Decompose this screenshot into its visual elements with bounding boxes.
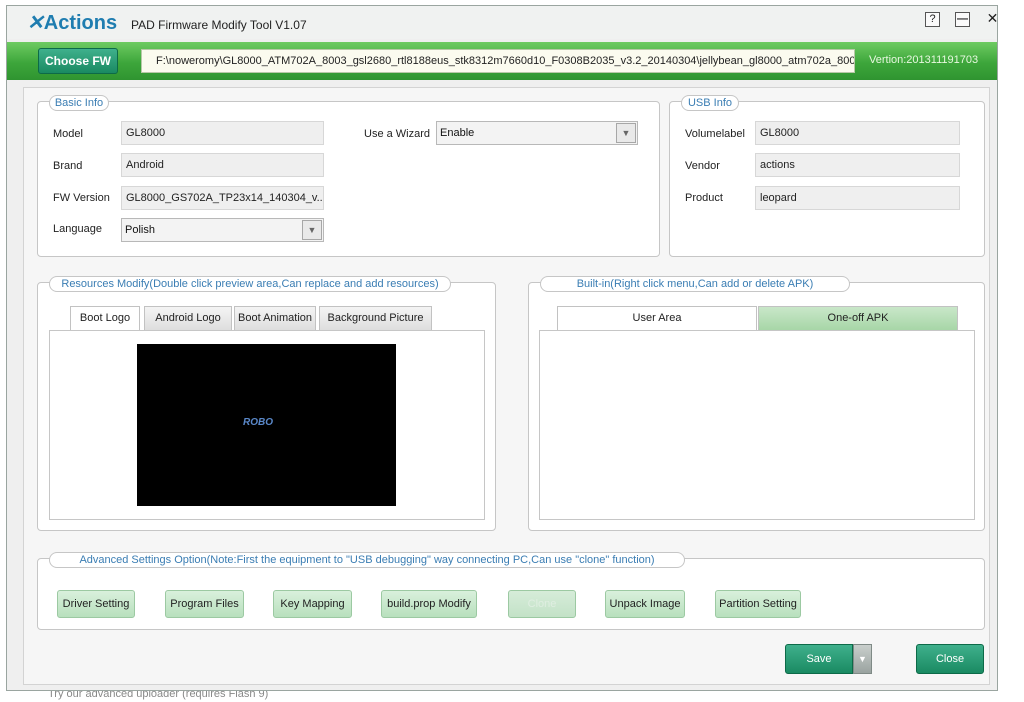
window-title: PAD Firmware Modify Tool V1.07	[131, 18, 307, 32]
clone-button[interactable]: Clone	[508, 590, 576, 618]
firmware-path-field[interactable]: F:\noweromy\GL8000_ATM702A_8003_gsl2680_…	[141, 49, 855, 73]
robo-logo-text: ROBO	[243, 417, 273, 428]
resources-legend: Resources Modify(Double click preview ar…	[49, 276, 451, 292]
volume-field[interactable]: GL8000	[755, 121, 960, 145]
close-button[interactable]: Close	[916, 644, 984, 674]
actions-logo: ✕Actions	[27, 10, 117, 35]
language-label: Language	[53, 223, 102, 235]
fw-version-field[interactable]: GL8000_GS702A_TP23x14_140304_v...	[121, 186, 324, 210]
tab-one-off-apk[interactable]: One-off APK	[758, 306, 958, 330]
actions-logo-mark-icon: ✕	[27, 12, 44, 34]
advanced-legend: Advanced Settings Option(Note:First the …	[49, 552, 685, 568]
save-button-label: Save	[806, 653, 832, 665]
boot-logo-preview[interactable]: ROBO	[137, 344, 396, 506]
tab-boot-logo[interactable]: Boot Logo	[70, 306, 140, 330]
choose-fw-button[interactable]: Choose FW	[38, 48, 118, 74]
product-label: Product	[685, 192, 723, 204]
tab-background-picture[interactable]: Background Picture	[319, 306, 432, 330]
title-bar: ✕Actions PAD Firmware Modify Tool V1.07 …	[7, 6, 1000, 39]
wizard-label: Use a Wizard	[364, 128, 431, 140]
save-dropdown-chevron-icon[interactable]: ▼	[853, 644, 872, 674]
partition-setting-button[interactable]: Partition Setting	[715, 590, 801, 618]
volume-label: Volumelabel	[685, 128, 745, 140]
language-select[interactable]: Polish ▼	[121, 218, 324, 242]
resource-preview-area[interactable]: ROBO	[49, 330, 485, 520]
wizard-selected-value: Enable	[440, 127, 475, 139]
model-label: Model	[53, 128, 83, 140]
fw-version-label: FW Version	[53, 192, 110, 204]
brand-field[interactable]: Android	[121, 153, 324, 177]
build-prop-modify-button[interactable]: build.prop Modify	[381, 590, 477, 618]
driver-setting-button[interactable]: Driver Setting	[57, 590, 135, 618]
minimize-icon[interactable]: —	[955, 12, 970, 27]
help-icon[interactable]: ?	[925, 12, 940, 27]
logo-text: Actions	[43, 12, 118, 34]
tab-android-logo[interactable]: Android Logo	[144, 306, 232, 330]
chevron-down-icon[interactable]: ▼	[302, 220, 322, 240]
key-mapping-button[interactable]: Key Mapping	[273, 590, 352, 618]
vendor-label: Vendor	[685, 160, 720, 172]
wizard-select[interactable]: Enable ▼	[436, 121, 638, 145]
brand-label: Brand	[53, 160, 83, 172]
vendor-field[interactable]: actions	[755, 153, 960, 177]
model-field[interactable]: GL8000	[121, 121, 324, 145]
chevron-down-icon[interactable]: ▼	[616, 123, 636, 143]
program-files-button[interactable]: Program Files	[165, 590, 244, 618]
save-button[interactable]: Save	[785, 644, 853, 674]
basic-info-legend: Basic Info	[49, 95, 109, 111]
product-field[interactable]: leopard	[755, 186, 960, 210]
tab-user-area[interactable]: User Area	[557, 306, 757, 330]
close-icon[interactable]: ✕	[985, 11, 1000, 27]
language-selected-value: Polish	[125, 224, 155, 236]
toolbar: Choose FW F:\noweromy\GL8000_ATM702A_800…	[7, 42, 997, 80]
apk-list-area[interactable]	[539, 330, 975, 520]
close-button-label: Close	[935, 653, 965, 665]
builtin-legend: Built-in(Right click menu,Can add or del…	[540, 276, 850, 292]
tab-boot-animation[interactable]: Boot Animation	[234, 306, 316, 330]
unpack-image-button[interactable]: Unpack Image	[605, 590, 685, 618]
usb-info-legend: USB Info	[681, 95, 739, 111]
version-label: Vertion:201311191703	[869, 54, 979, 66]
firmware-tool-window: ✕Actions PAD Firmware Modify Tool V1.07 …	[6, 5, 998, 691]
